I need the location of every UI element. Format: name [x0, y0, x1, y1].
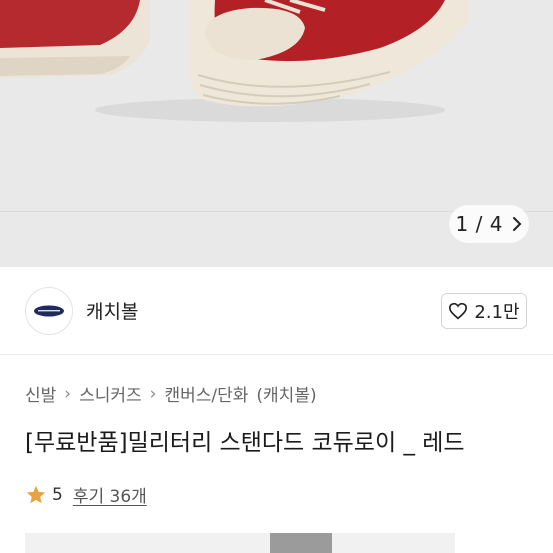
brand-name[interactable]: 캐치볼	[86, 297, 138, 324]
heart-icon	[449, 302, 468, 320]
gallery-current: 1	[455, 212, 469, 236]
option-highlight[interactable]	[270, 533, 332, 553]
section-divider	[0, 354, 553, 355]
rating-score: 5	[52, 484, 63, 505]
chevron-right-icon	[513, 217, 522, 231]
like-button[interactable]: 2.1만	[441, 293, 527, 329]
gallery-separator: /	[475, 212, 483, 236]
breadcrumb-item-brand[interactable]: (캐치볼)	[256, 381, 316, 406]
like-count: 2.1만	[474, 302, 520, 323]
breadcrumb: 신발 › 스니커즈 › 캔버스/단화 (캐치볼)	[25, 381, 317, 407]
product-image-gallery[interactable]: 1 / 4	[0, 0, 553, 267]
brand-logo-icon	[34, 305, 64, 317]
gallery-counter-text: 1 / 4	[456, 212, 503, 236]
reviews-link[interactable]: 후기 36개	[73, 482, 147, 507]
brand-logo[interactable]	[25, 287, 73, 335]
gallery-total: 4	[489, 212, 503, 236]
chevron-right-icon: ›	[64, 383, 72, 404]
breadcrumb-item-shoes[interactable]: 신발	[25, 381, 56, 406]
product-title: [무료반품]밀리터리 스탠다드 코듀로이 _ 레드	[25, 430, 465, 456]
breadcrumb-item-canvas[interactable]: 캔버스/단화	[164, 381, 248, 406]
chevron-right-icon: ›	[149, 383, 157, 404]
brand-row[interactable]: 캐치볼 2.1만	[0, 268, 553, 354]
rating-summary: 5 후기 36개	[25, 482, 147, 507]
option-bar[interactable]	[25, 533, 455, 553]
breadcrumb-item-sneakers[interactable]: 스니커즈	[79, 381, 142, 406]
star-icon	[26, 485, 46, 503]
gallery-counter[interactable]: 1 / 4	[449, 205, 529, 243]
